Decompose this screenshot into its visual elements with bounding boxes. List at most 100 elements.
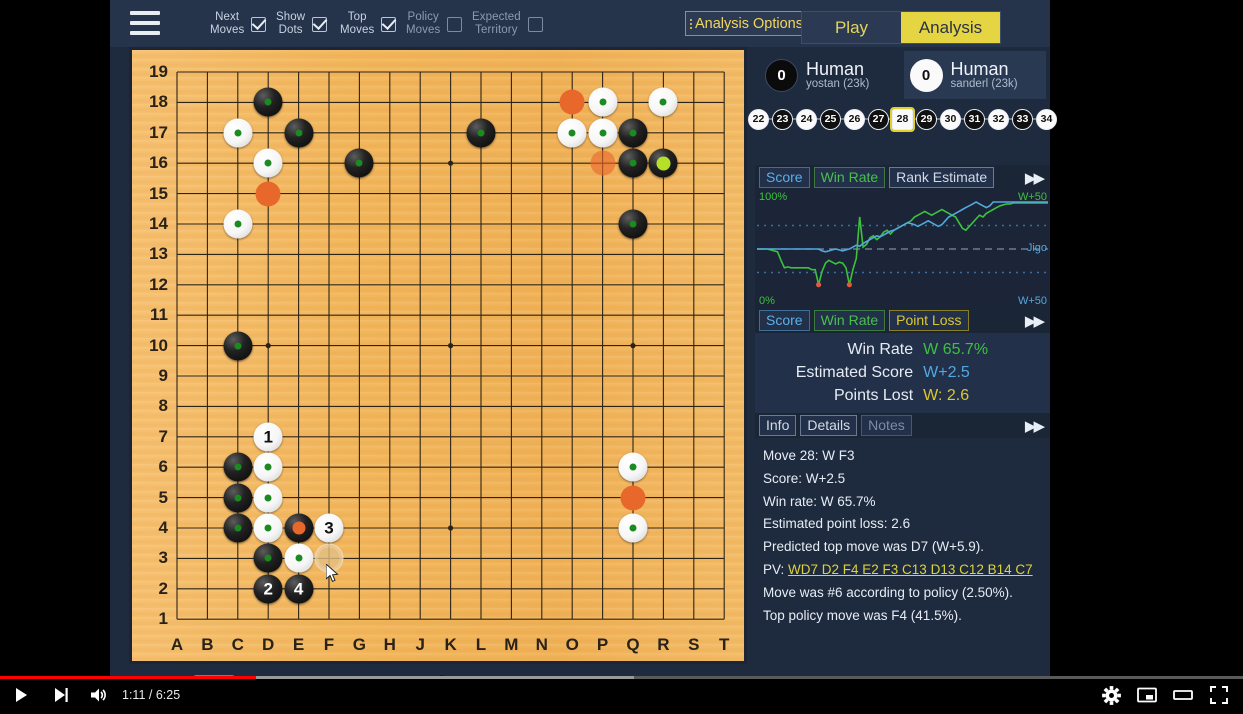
stone-black-D2[interactable]: 2 — [253, 574, 283, 604]
video-fullscreen-button[interactable] — [1206, 682, 1232, 708]
stone-white-D5[interactable] — [253, 483, 283, 513]
ghost-stone-preview[interactable] — [314, 543, 344, 573]
info-line-0: Move 28: W F3 — [763, 448, 855, 463]
graph-forward-icon[interactable]: ▶▶ — [1025, 169, 1046, 187]
row-label-12: 12 — [149, 274, 168, 294]
candidate-move-marker[interactable] — [590, 150, 616, 176]
stone-marker-dot — [234, 463, 242, 471]
checkbox-icon[interactable] — [527, 16, 543, 32]
stone-black-C5[interactable] — [223, 483, 253, 513]
stone-white-P18[interactable] — [588, 87, 618, 117]
graph-tab-score[interactable]: Score — [759, 167, 810, 188]
video-progress-bar[interactable] — [0, 676, 1243, 679]
row-label-14: 14 — [149, 214, 168, 233]
stone-black-C4[interactable] — [223, 513, 253, 543]
stone-white-D16[interactable] — [253, 148, 283, 178]
option-show-dots[interactable]: Show Dots — [276, 6, 328, 42]
stone-marker-dot — [234, 494, 242, 502]
stone-black-Q16[interactable] — [618, 148, 648, 178]
stone-white-E3[interactable] — [284, 543, 314, 573]
stone-black-D18[interactable] — [253, 87, 283, 117]
stone-black-Q17[interactable] — [618, 118, 648, 148]
stone-marker-dot — [629, 524, 637, 532]
checkbox-icon[interactable] — [447, 16, 463, 32]
move-chip-34[interactable]: 34 — [1036, 108, 1057, 130]
video-miniplayer-button[interactable] — [1134, 682, 1160, 708]
info-forward-icon[interactable]: ▶▶ — [1025, 417, 1046, 435]
stone-white-D6[interactable] — [253, 452, 283, 482]
stats-tab-score[interactable]: Score — [759, 310, 810, 331]
stone-white-O17[interactable] — [557, 118, 587, 148]
stone-black-G16[interactable] — [344, 148, 374, 178]
move-chip-28[interactable]: 28 — [890, 106, 915, 132]
move-chip-23[interactable]: 23 — [772, 108, 793, 130]
checkbox-icon[interactable] — [312, 16, 328, 32]
move-chip-31[interactable]: 31 — [964, 108, 985, 130]
option-expected-territory[interactable]: Expected Territory — [472, 6, 543, 42]
white-captures-badge: 0 — [909, 58, 943, 92]
stone-black-Q14[interactable] — [618, 209, 648, 239]
stone-white-R18[interactable] — [648, 87, 678, 117]
hamburger-menu-icon[interactable] — [130, 11, 160, 35]
stone-black-E4[interactable] — [284, 513, 314, 543]
option-top-moves[interactable]: Top Moves — [340, 6, 397, 42]
stats-tab-point-loss[interactable]: Point Loss — [889, 310, 969, 331]
info-tab-notes[interactable]: Notes — [861, 415, 912, 436]
go-board[interactable]: 1324 A B C D E F G H J K L M N O P Q R S T 1 2 3 4 5 6 7 8 9 10 11 12 1… — [129, 47, 747, 664]
stone-white-C14[interactable] — [223, 209, 253, 239]
play-mode-button[interactable]: Play — [802, 12, 901, 43]
stats-tab-row: Score Win Rate Point Loss ▶▶ — [755, 308, 1050, 333]
move-chip-26[interactable]: 26 — [844, 108, 865, 130]
option-next-moves[interactable]: Next Moves — [210, 6, 267, 42]
stone-white-Q4[interactable] — [618, 513, 648, 543]
move-number-bar: 22 23 24 25 26 27 28 29 30 31 32 33 34 — [748, 104, 1057, 134]
stone-white-C17[interactable] — [223, 118, 253, 148]
option-policy-moves[interactable]: Policy Moves — [406, 6, 463, 42]
winrate-score-graph[interactable]: 100% 0% W+50 Jigo W+50 — [755, 190, 1050, 308]
stats-tab-win-rate[interactable]: Win Rate — [813, 310, 886, 331]
player-white[interactable]: 0 Human sanderl (23k) — [903, 51, 1046, 99]
principal-variation-link[interactable]: WD7 D2 F4 E2 F3 C13 D13 C12 B14 C7 — [788, 562, 1033, 577]
stone-white-D7[interactable]: 1 — [253, 422, 283, 452]
candidate-move-marker[interactable] — [255, 181, 281, 207]
stone-white-F4[interactable]: 3 — [314, 513, 344, 543]
info-tab-details[interactable]: Details — [800, 415, 858, 436]
analysis-mode-button[interactable]: Analysis — [901, 12, 1000, 43]
graph-tab-rank-estimate[interactable]: Rank Estimate — [889, 167, 995, 188]
stone-black-D3[interactable] — [253, 543, 283, 573]
move-chip-22[interactable]: 22 — [748, 108, 769, 130]
info-tab-info[interactable]: Info — [759, 415, 797, 436]
row-label-17: 17 — [149, 122, 168, 142]
stone-black-L17[interactable] — [466, 118, 496, 148]
move-chip-30[interactable]: 30 — [940, 108, 961, 130]
stone-white-P17[interactable] — [588, 118, 618, 148]
video-volume-button[interactable] — [86, 682, 112, 708]
checkbox-icon[interactable] — [381, 16, 397, 32]
stone-black-R16[interactable] — [648, 148, 678, 178]
checkbox-icon[interactable] — [251, 16, 267, 32]
stone-white-Q6[interactable] — [618, 452, 648, 482]
analysis-options-button[interactable]: Analysis Options — [685, 11, 811, 36]
stats-forward-icon[interactable]: ▶▶ — [1025, 312, 1046, 330]
move-chip-29[interactable]: 29 — [916, 108, 937, 130]
move-chip-25[interactable]: 25 — [820, 108, 841, 130]
stone-black-C10[interactable] — [223, 331, 253, 361]
stone-black-E17[interactable] — [284, 118, 314, 148]
stone-white-D4[interactable] — [253, 513, 283, 543]
move-chip-27[interactable]: 27 — [868, 108, 889, 130]
video-play-button[interactable] — [8, 682, 34, 708]
video-theater-button[interactable] — [1170, 682, 1196, 708]
video-settings-button[interactable] — [1098, 682, 1124, 708]
stone-black-E2[interactable]: 4 — [284, 574, 314, 604]
row-label-13: 13 — [149, 244, 168, 264]
candidate-move-marker[interactable] — [620, 485, 646, 511]
move-chip-33[interactable]: 33 — [1012, 108, 1033, 130]
stone-black-C6[interactable] — [223, 452, 253, 482]
candidate-move-marker[interactable] — [559, 89, 585, 115]
move-chip-24[interactable]: 24 — [796, 108, 817, 130]
column-label-R: R — [657, 635, 670, 655]
player-black[interactable]: 0 Human yostan (23k) — [759, 51, 902, 99]
move-chip-32[interactable]: 32 — [988, 108, 1009, 130]
video-next-button[interactable] — [48, 682, 74, 708]
graph-tab-win-rate[interactable]: Win Rate — [813, 167, 886, 188]
